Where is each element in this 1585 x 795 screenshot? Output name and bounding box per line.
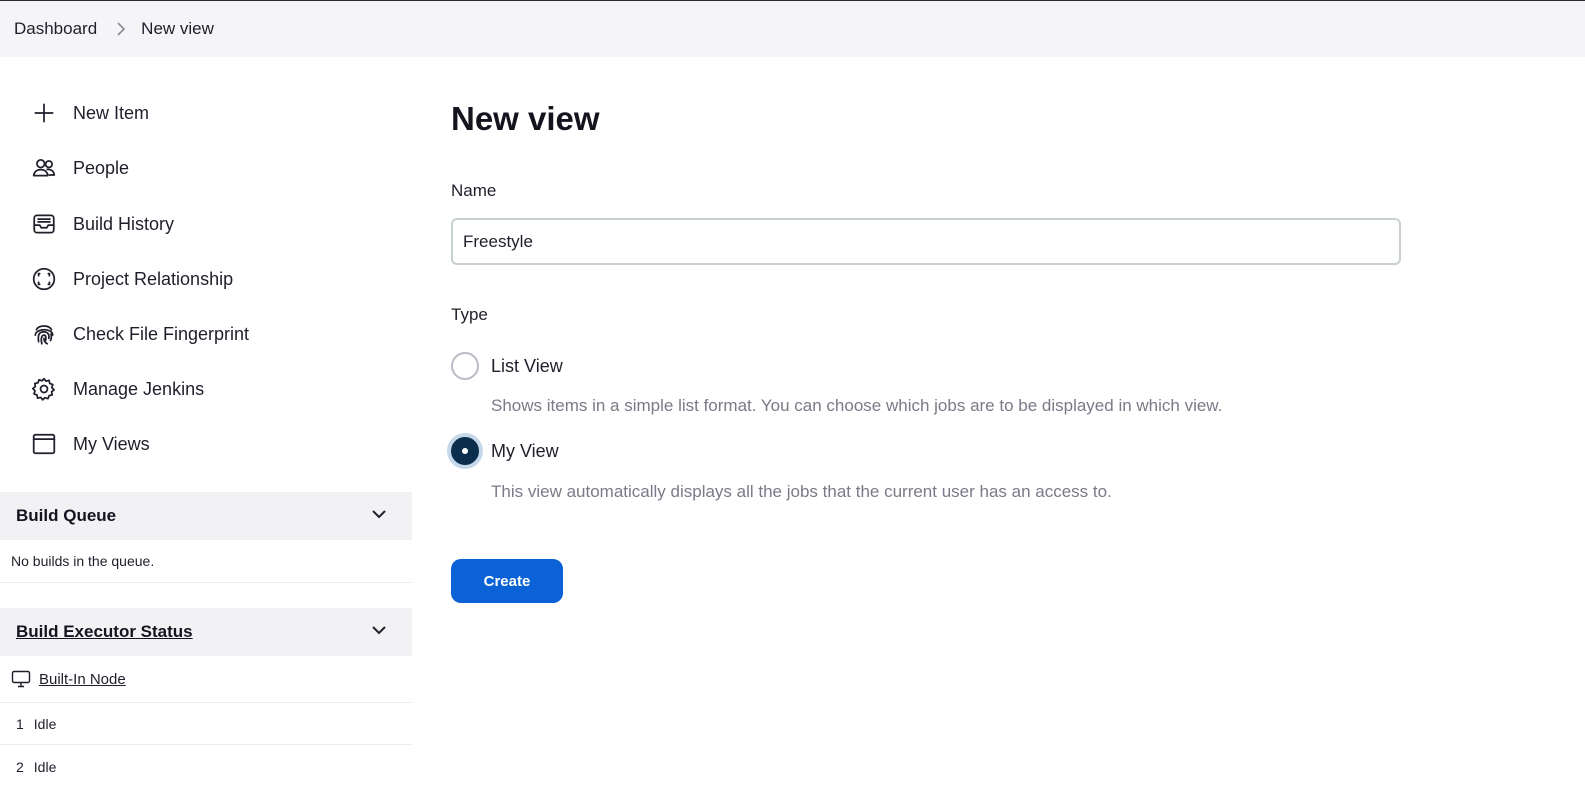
relationship-icon [30, 265, 58, 293]
top-bar: Dashboard New view [0, 0, 1585, 57]
executor-status: Idle [33, 758, 57, 775]
fingerprint-icon [30, 320, 58, 348]
computer-icon [11, 670, 31, 688]
executor-status: Idle [33, 715, 57, 732]
chevron-right-icon [115, 22, 127, 36]
executor-row: 2 Idle [0, 745, 412, 788]
sidebar-item-people[interactable]: People [30, 148, 400, 188]
chevron-down-icon[interactable] [370, 621, 388, 644]
window-icon [30, 430, 58, 458]
breadcrumb: Dashboard New view [14, 19, 214, 39]
sidebar-item-build-history[interactable]: Build History [30, 204, 400, 244]
list-view-label[interactable]: List View [491, 356, 563, 377]
sidebar-item-label: Project Relationship [73, 268, 234, 289]
executor-number: 2 [16, 758, 24, 775]
sidebar-item-label: Build History [73, 213, 175, 234]
build-queue-header[interactable]: Build Queue [0, 492, 412, 540]
sidebar-item-label: New Item [73, 102, 150, 123]
built-in-node-link[interactable]: Built-In Node [39, 671, 126, 688]
sidebar-item-label: Check File Fingerprint [73, 323, 250, 344]
my-view-description: This view automatically displays all the… [491, 482, 1112, 501]
build-queue-title: Build Queue [16, 506, 117, 525]
plus-icon [30, 99, 58, 127]
sidebar-item-project-relationship[interactable]: Project Relationship [30, 259, 400, 299]
page-title: New view [451, 100, 600, 137]
executor-status-header: Build Executor Status [0, 608, 412, 656]
sidebar-item-label: My Views [73, 433, 150, 454]
sidebar-item-check-file-fingerprint[interactable]: Check File Fingerprint [30, 314, 400, 354]
breadcrumb-new-view[interactable]: New view [141, 19, 214, 39]
list-view-description: Shows items in a simple list format. You… [491, 396, 1223, 415]
inbox-icon [30, 210, 58, 238]
build-queue-empty-text: No builds in the queue. [11, 553, 155, 569]
chevron-down-icon[interactable] [370, 505, 388, 528]
my-view-label[interactable]: My View [491, 441, 559, 462]
sidebar-item-label: Manage Jenkins [73, 378, 205, 399]
my-view-radio[interactable] [451, 437, 479, 465]
breadcrumb-dashboard[interactable]: Dashboard [14, 19, 97, 39]
people-icon [30, 154, 58, 182]
type-label: Type [451, 305, 488, 324]
list-view-radio[interactable] [451, 352, 479, 380]
name-label: Name [451, 181, 497, 200]
sidebar-item-manage-jenkins[interactable]: Manage Jenkins [30, 369, 400, 409]
name-input[interactable] [451, 218, 1401, 265]
sidebar-item-my-views[interactable]: My Views [30, 424, 400, 464]
gear-icon [30, 375, 58, 403]
sidebar-item-label: People [73, 157, 130, 178]
build-queue-empty: No builds in the queue. [0, 540, 412, 583]
executor-node-row: Built-In Node [0, 656, 412, 703]
executor-row: 1 Idle [0, 703, 412, 745]
executor-status-title[interactable]: Build Executor Status [16, 622, 193, 642]
executor-number: 1 [16, 715, 24, 732]
create-button[interactable]: Create [451, 559, 563, 603]
sidebar-item-new-item[interactable]: New Item [30, 93, 400, 133]
